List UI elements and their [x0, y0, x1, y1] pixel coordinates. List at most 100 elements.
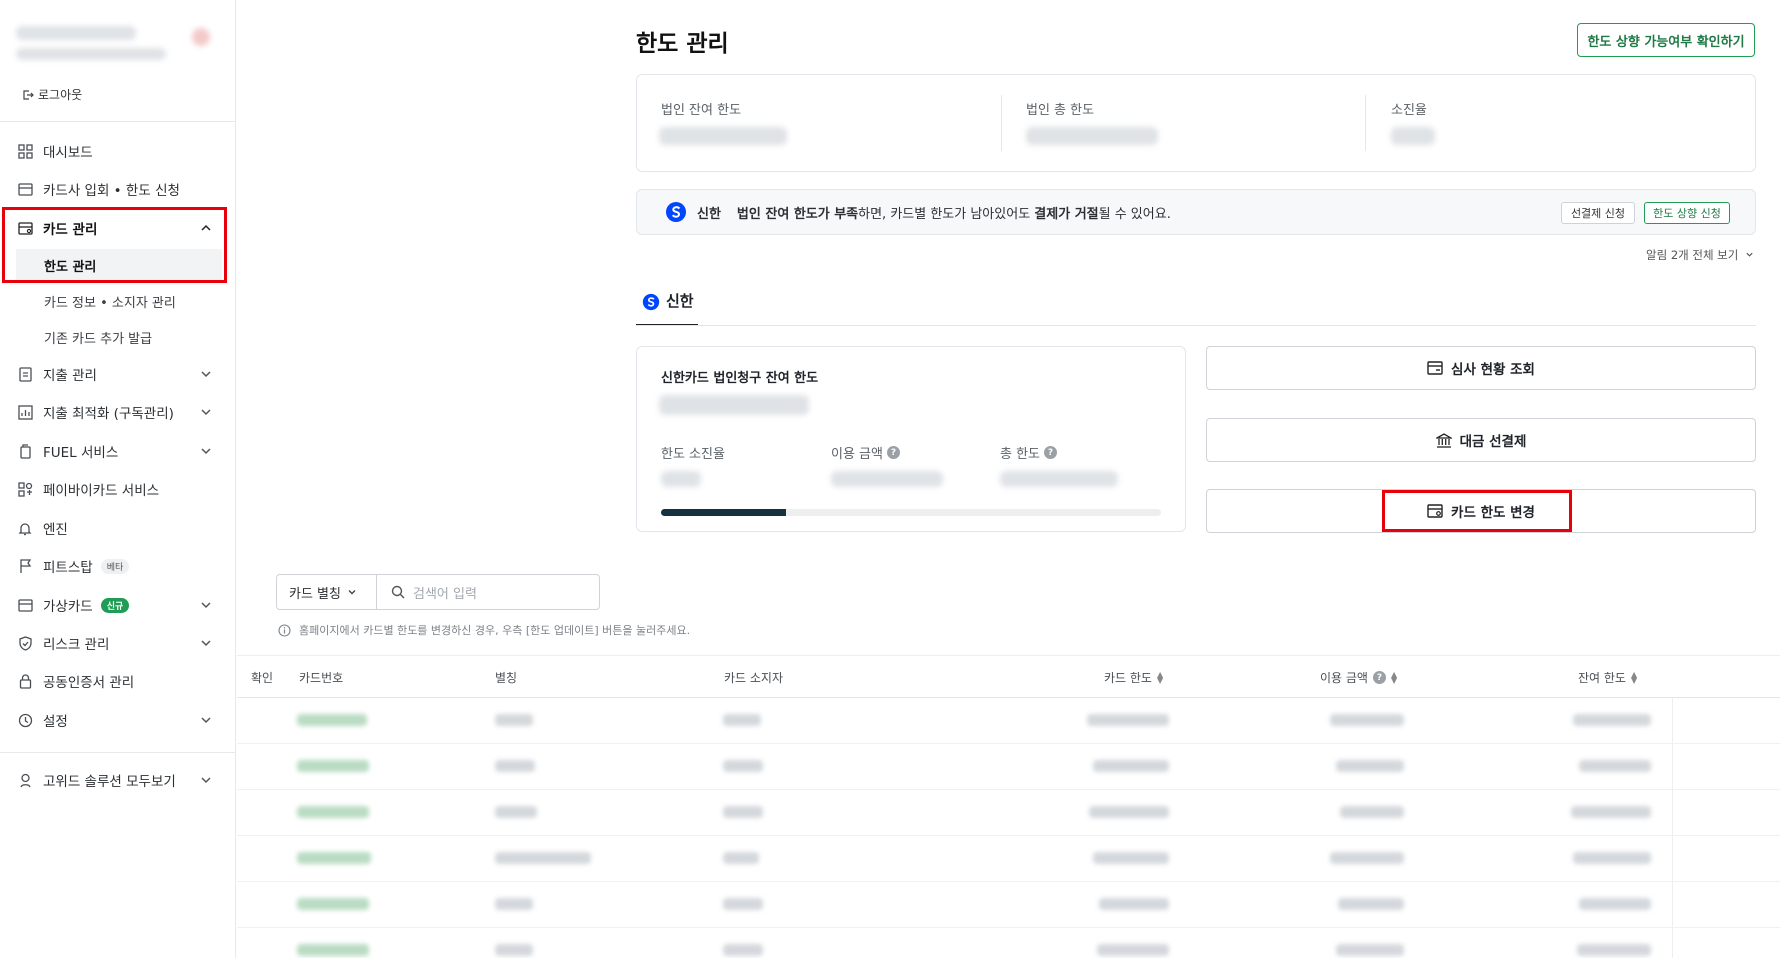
- select-value: 카드 별칭: [289, 586, 341, 602]
- sidebar-item-card-info[interactable]: 카드 정보 • 소지자 관리: [16, 285, 222, 317]
- nav-label: 엔진: [43, 522, 68, 538]
- remaining-limit-value: [659, 127, 787, 145]
- sort-icon: ▲ ▼: [1156, 669, 1164, 685]
- table-header: 확인 카드번호 별칭 카드 소지자 카드 한도 ▲ ▼ 이용 금액? ▲ ▼ 잔여 한도…: [237, 655, 1780, 698]
- table-row[interactable]: [237, 836, 1780, 882]
- prepay-button[interactable]: 대금 선결제: [1206, 418, 1756, 462]
- notice-bold-1: 법인 잔여 한도가 부족: [736, 206, 859, 222]
- logout-icon: [23, 89, 34, 100]
- lock-icon: [17, 673, 33, 689]
- nav-fuel[interactable]: FUEL 서비스: [0, 434, 236, 468]
- total-limit-value: [1000, 471, 1118, 487]
- nav-expense[interactable]: 지출 관리: [0, 357, 236, 391]
- pin-icon: [17, 772, 33, 788]
- notice-text: 법인 잔여 한도가 부족하면, 카드별 한도가 남아있어도 결제가 거절될 수 …: [737, 203, 1171, 222]
- search-input[interactable]: 검색어 입력: [377, 583, 477, 602]
- table-row[interactable]: [237, 744, 1780, 790]
- used-amount-value: [831, 471, 943, 487]
- nav-certificate[interactable]: 공동인증서 관리: [0, 664, 236, 698]
- notice-text-2: 될 수 있어요.: [1098, 206, 1171, 222]
- bank-name: 신한: [697, 206, 721, 222]
- cell-card-number: [297, 852, 371, 864]
- exhaustion-label: 소진율: [1391, 103, 1427, 118]
- progress-fill: [661, 509, 786, 516]
- cell-remaining: [1579, 760, 1651, 772]
- cell-alias: [495, 852, 591, 864]
- gear-icon: [17, 712, 33, 728]
- cell-alias: [495, 760, 535, 772]
- chevron-down-icon: [201, 717, 211, 724]
- card-limit-panel: 신한카드 법인청구 잔여 한도 한도 소진율 이용 금액? 총 한도?: [636, 346, 1186, 532]
- separator: [1365, 95, 1366, 151]
- sub-label: 카드 정보 • 소지자 관리: [44, 295, 176, 311]
- exhaustion-progress-bar: [661, 509, 1161, 516]
- col-card-limit[interactable]: 카드 한도 ▲ ▼: [1104, 669, 1163, 686]
- cell-remaining: [1573, 852, 1651, 864]
- cell-used: [1338, 898, 1404, 910]
- col-confirm: 확인: [251, 669, 273, 686]
- tab-label: 신한: [666, 292, 694, 310]
- tab-shinhan[interactable]: 신한: [636, 290, 698, 326]
- nav-dashboard[interactable]: 대시보드: [0, 134, 236, 168]
- col-label: 별칭: [495, 671, 518, 685]
- help-icon[interactable]: ?: [1372, 671, 1386, 684]
- nav-label: 카드사 입회 • 한도 신청: [43, 183, 180, 199]
- grid-icon: [17, 143, 33, 159]
- summary-panel: 법인 잔여 한도 법인 총 한도 소진율: [636, 74, 1756, 172]
- bell-icon: [17, 520, 33, 536]
- nav-expense-optimization[interactable]: 지출 최적화 (구독관리): [0, 395, 236, 429]
- filter-bar: 카드 별칭 검색어 입력: [276, 574, 600, 610]
- prepay-apply-button[interactable]: 선결제 신청: [1561, 202, 1635, 224]
- card-icon: [17, 181, 33, 197]
- help-icon[interactable]: ?: [1044, 446, 1058, 459]
- highlight-box: [1382, 490, 1572, 532]
- cell-used: [1330, 852, 1404, 864]
- nav-risk[interactable]: 리스크 관리: [0, 626, 236, 660]
- table-row[interactable]: [237, 698, 1780, 744]
- info-icon: [278, 623, 291, 637]
- cell-alias: [495, 714, 533, 726]
- nav-label: 지출 최적화 (구독관리): [43, 406, 174, 422]
- col-remaining[interactable]: 잔여 한도 ▲ ▼: [1578, 669, 1637, 686]
- used-amount-label: 이용 금액?: [831, 443, 900, 462]
- view-all-alerts-link[interactable]: 알림 2개 전체 보기: [1646, 247, 1754, 263]
- chevron-down-icon: [201, 640, 211, 647]
- logout-button[interactable]: 로그아웃: [22, 86, 82, 103]
- nav-virtual-card[interactable]: 가상카드 신규: [0, 588, 236, 622]
- cell-alias: [495, 944, 533, 956]
- help-icon[interactable]: ?: [886, 446, 900, 459]
- col-label: 카드번호: [299, 671, 344, 685]
- highlight-box: [2, 207, 227, 283]
- table-row[interactable]: [237, 882, 1780, 928]
- sub-label: 기존 카드 추가 발급: [44, 331, 153, 347]
- col-label: 잔여 한도: [1578, 671, 1626, 685]
- nav-settings[interactable]: 설정: [0, 703, 236, 737]
- nav-paybuy[interactable]: 페이바이카드 서비스: [0, 472, 236, 506]
- cell-limit: [1097, 944, 1169, 956]
- nav-pitstop[interactable]: 피트스탑 베타: [0, 549, 236, 583]
- shinhan-logo-icon: [642, 293, 660, 311]
- nav-label: 공동인증서 관리: [43, 675, 135, 691]
- user-profile[interactable]: [12, 18, 222, 74]
- used-text: 이용 금액: [831, 447, 883, 462]
- nav-engine[interactable]: 엔진: [0, 511, 236, 545]
- check-limit-increase-button[interactable]: 한도 상향 가능여부 확인하기: [1577, 23, 1755, 57]
- card-alias-select[interactable]: 카드 별칭: [277, 575, 377, 609]
- card-limit-value: [659, 395, 809, 415]
- nav-all-solutions[interactable]: 고위드 솔루션 모두보기: [0, 763, 236, 797]
- nav-label: 지출 관리: [43, 368, 97, 384]
- col-used-amount[interactable]: 이용 금액? ▲ ▼: [1320, 669, 1397, 686]
- cell-card-number: [297, 714, 367, 726]
- search-placeholder: 검색어 입력: [413, 586, 477, 602]
- divider: [0, 752, 236, 753]
- table-row[interactable]: [237, 928, 1780, 958]
- cell-card-number: [297, 806, 369, 818]
- review-status-button[interactable]: 심사 현황 조회: [1206, 346, 1756, 390]
- nav-card-apply[interactable]: 카드사 입회 • 한도 신청: [0, 172, 236, 206]
- table-row[interactable]: [237, 790, 1780, 836]
- limit-raise-apply-button[interactable]: 한도 상향 신청: [1644, 202, 1730, 224]
- cell-limit: [1093, 760, 1169, 772]
- fuel-icon: [17, 443, 33, 459]
- cell-alias: [495, 898, 533, 910]
- sidebar-item-existing-card[interactable]: 기존 카드 추가 발급: [16, 321, 222, 353]
